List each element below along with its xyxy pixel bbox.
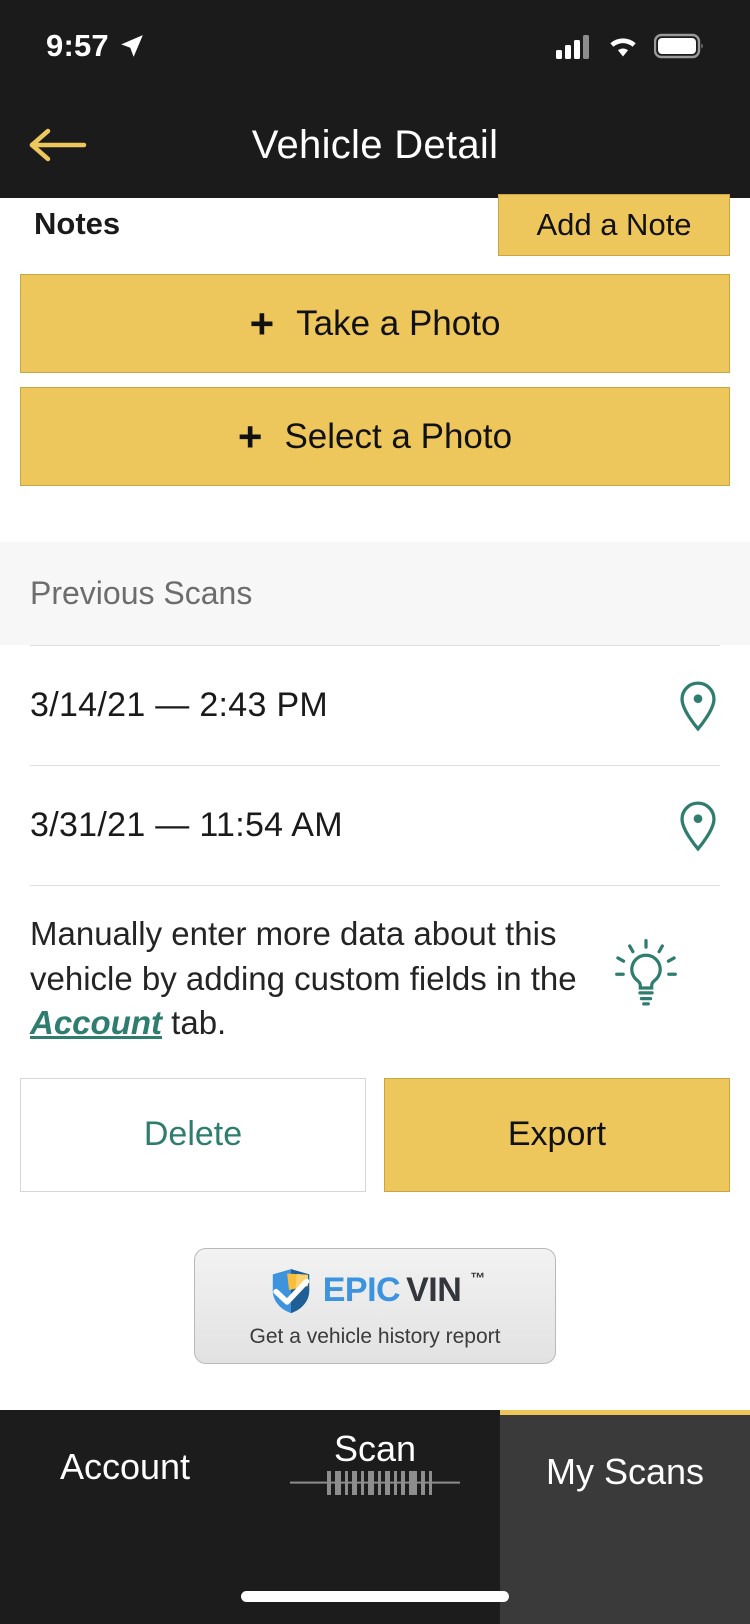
back-button[interactable] [26, 115, 96, 175]
scroll-content: Notes Add a Note + Take a Photo + Select… [0, 194, 750, 1364]
take-photo-label: Take a Photo [296, 303, 501, 343]
cellular-signal-icon [556, 35, 589, 59]
epicvin-banner[interactable]: EPIC VIN ™ Get a vehicle history report [194, 1247, 556, 1364]
plus-icon: + [249, 299, 275, 347]
select-photo-button[interactable]: + Select a Photo [20, 387, 730, 486]
location-arrow-icon [121, 35, 143, 57]
scan-date: 3/14/21 — 2:43 PM [30, 686, 329, 724]
epicvin-word-secondary: VIN [406, 1271, 462, 1310]
bottom-tab-bar: Account Scan My Scans [0, 1410, 750, 1624]
epicvin-banner-wrap: EPIC VIN ™ Get a vehicle history report [0, 1192, 750, 1364]
previous-scans-list: 3/14/21 — 2:43 PM 3/31/21 — 11:54 AM [0, 645, 750, 885]
status-bar-right [556, 33, 704, 59]
epicvin-logo: EPIC VIN ™ [265, 1265, 486, 1317]
lightbulb-icon-wrap [608, 934, 684, 1015]
vehicle-detail-screen: 9:57 Vehicle Detail Notes Add a Note + T… [0, 0, 750, 1624]
wifi-icon [610, 38, 636, 57]
status-time: 9:57 [46, 28, 109, 63]
tip-text: Manually enter more data about this vehi… [30, 912, 600, 1046]
select-photo-label: Select a Photo [284, 416, 513, 456]
notes-label: Notes [34, 206, 121, 241]
epicvin-word-primary: EPIC [322, 1271, 401, 1310]
plus-icon: + [237, 412, 263, 460]
status-bar-left: 9:57 [46, 28, 145, 64]
export-button[interactable]: Export [384, 1077, 730, 1192]
page-title: Vehicle Detail [251, 122, 499, 167]
home-indicator [241, 1591, 509, 1602]
tip-text-after: tab. [162, 1004, 227, 1042]
table-row[interactable]: 3/14/21 — 2:43 PM [30, 645, 720, 765]
back-arrow-icon [29, 128, 87, 162]
trademark-symbol: ™ [470, 1270, 486, 1288]
tab-my-scans-label: My Scans [545, 1451, 705, 1492]
tab-account-label: Account [59, 1446, 191, 1487]
map-pin-icon[interactable] [676, 800, 720, 852]
account-tab-link[interactable]: Account [30, 1004, 162, 1041]
take-photo-button[interactable]: + Take a Photo [20, 274, 730, 373]
epicvin-shield-check-icon [272, 1268, 310, 1313]
map-pin-icon[interactable] [676, 680, 720, 732]
delete-button[interactable]: Delete [20, 1077, 366, 1192]
battery-full-icon [654, 33, 703, 59]
tab-scan-label: Scan [333, 1428, 417, 1469]
tab-my-scans[interactable]: My Scans [500, 1410, 750, 1624]
custom-fields-tip: Manually enter more data about this vehi… [30, 885, 720, 1056]
epicvin-tagline: Get a vehicle history report [249, 1324, 501, 1348]
scan-date: 3/31/21 — 11:54 AM [30, 806, 343, 844]
lightbulb-icon [615, 939, 677, 1006]
notes-section: Notes Add a Note [0, 194, 750, 260]
barcode-icon [290, 1471, 460, 1495]
tip-text-before: Manually enter more data about this vehi… [30, 915, 577, 997]
add-note-button[interactable]: Add a Note [498, 194, 730, 256]
action-buttons: Delete Export [0, 1056, 750, 1192]
table-row[interactable]: 3/31/21 — 11:54 AM [30, 765, 720, 885]
navigation-bar: Vehicle Detail [0, 92, 750, 198]
status-bar: 9:57 [0, 0, 750, 92]
tab-account[interactable]: Account [0, 1410, 250, 1624]
previous-scans-header: Previous Scans [0, 542, 750, 645]
previous-scans-title: Previous Scans [30, 575, 253, 611]
